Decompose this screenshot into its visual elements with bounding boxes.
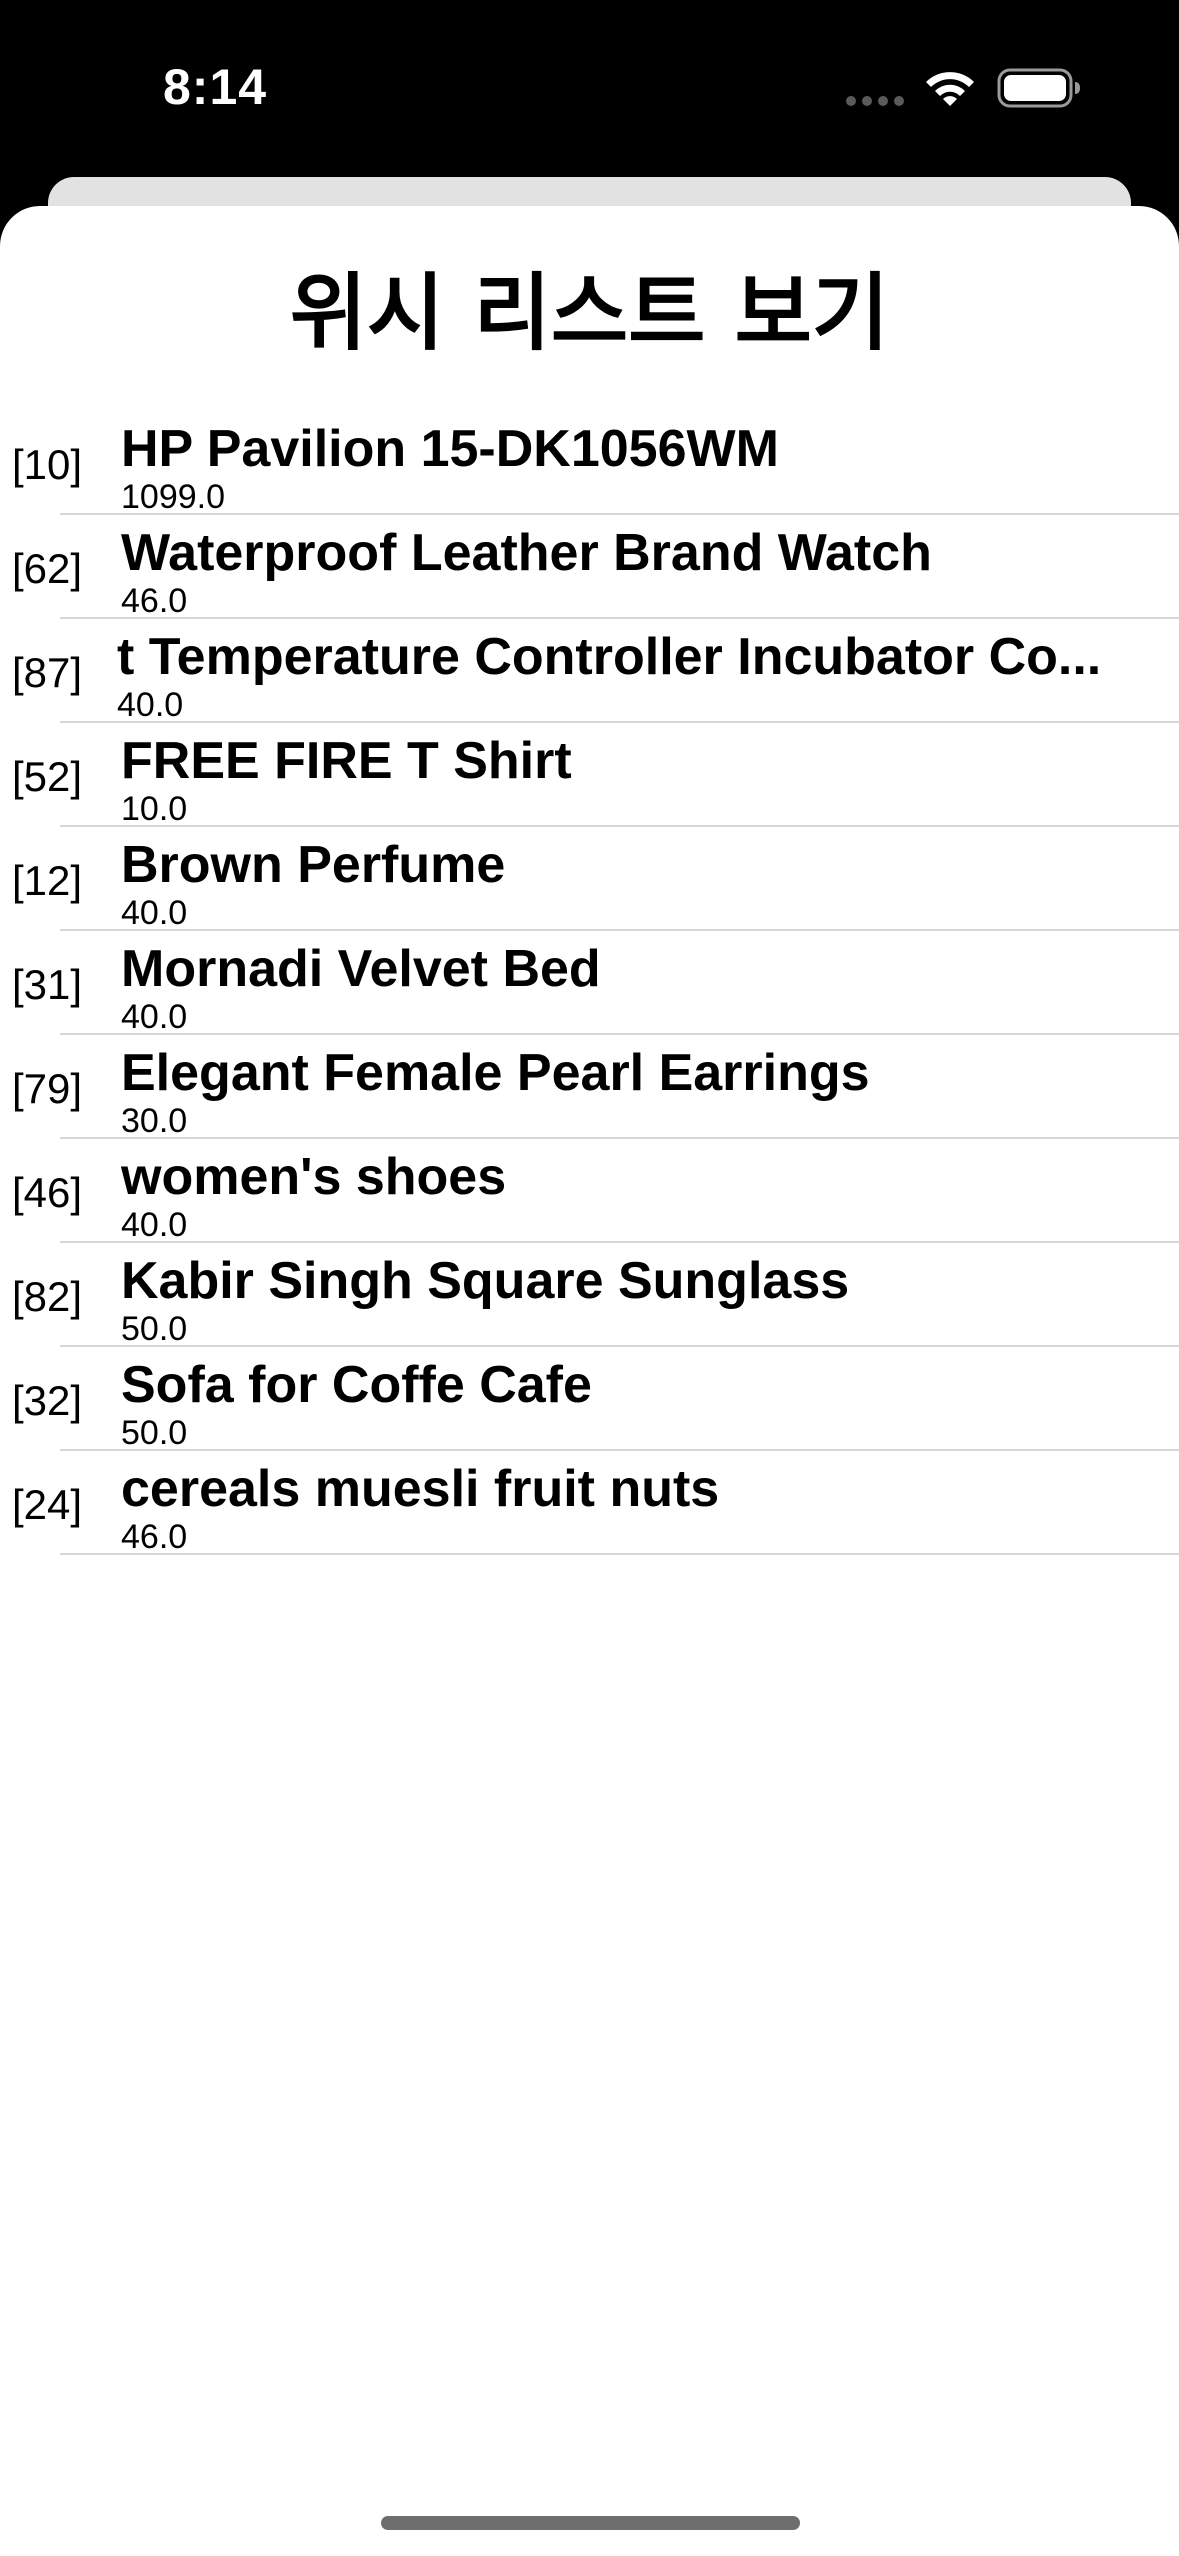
item-name: Brown Perfume (121, 836, 506, 894)
item-index: [10] (11, 441, 83, 488)
item-name: Elegant Female Pearl Earrings (121, 1044, 870, 1102)
list-item[interactable]: [46] women's shoes 40.0 (0, 1139, 1179, 1243)
item-name: HP Pavilion 15-DK1056WM (121, 420, 779, 478)
list-item[interactable]: [52] FREE FIRE T Shirt 10.0 (0, 723, 1179, 827)
item-index: [82] (11, 1273, 83, 1320)
list-item[interactable]: [24] cereals muesli fruit nuts 46.0 (0, 1451, 1179, 1555)
list-item[interactable]: [32] Sofa for Coffe Cafe 50.0 (0, 1347, 1179, 1451)
item-price: 46.0 (121, 1518, 188, 1556)
item-index: [32] (11, 1377, 83, 1424)
item-name: Sofa for Coffe Cafe (121, 1356, 592, 1414)
status-time: 8:14 (163, 59, 268, 115)
item-price: 40.0 (121, 998, 188, 1036)
list-item[interactable]: [12] Brown Perfume 40.0 (0, 827, 1179, 931)
item-price: 40.0 (117, 686, 184, 724)
row-divider (60, 1553, 1179, 1555)
item-price: 10.0 (121, 790, 188, 828)
battery-icon (997, 68, 1080, 108)
list-item[interactable]: [79] Elegant Female Pearl Earrings 30.0 (0, 1035, 1179, 1139)
home-indicator[interactable] (381, 2516, 800, 2530)
wishlist-sheet: 위시 리스트 보기 [10] HP Pavilion 15-DK1056WM 1… (0, 206, 1179, 2556)
item-price: 40.0 (121, 1206, 188, 1244)
item-name: Mornadi Velvet Bed (121, 940, 601, 998)
list-item[interactable]: [10] HP Pavilion 15-DK1056WM 1099.0 (0, 411, 1179, 515)
item-name: cereals muesli fruit nuts (121, 1460, 720, 1518)
list-item[interactable]: [82] Kabir Singh Square Sunglass 50.0 (0, 1243, 1179, 1347)
item-name: women's shoes (121, 1148, 507, 1206)
item-index: [62] (11, 545, 83, 592)
list-item[interactable]: [62] Waterproof Leather Brand Watch 46.0 (0, 515, 1179, 619)
item-name: Waterproof Leather Brand Watch (121, 524, 932, 582)
item-index: [24] (11, 1481, 83, 1528)
item-price: 30.0 (121, 1102, 188, 1140)
item-index: [46] (11, 1169, 83, 1216)
wifi-icon (926, 72, 974, 106)
item-price: 46.0 (121, 582, 188, 620)
item-index: [79] (11, 1065, 83, 1112)
signal-dots-icon (846, 96, 904, 106)
page-title: 위시 리스트 보기 (289, 264, 890, 362)
item-index: [31] (11, 961, 83, 1008)
list-item[interactable]: [87] t Temperature Controller Incubator … (0, 619, 1179, 723)
list-item[interactable]: [31] Mornadi Velvet Bed 40.0 (0, 931, 1179, 1035)
item-index: [12] (11, 857, 83, 904)
item-price: 1099.0 (121, 478, 225, 516)
item-index: [87] (11, 649, 83, 696)
status-bar: 8:14 (0, 0, 1179, 175)
item-index: [52] (11, 753, 83, 800)
item-name: t Temperature Controller Incubator Co... (117, 628, 1102, 686)
item-name: FREE FIRE T Shirt (121, 732, 572, 790)
item-name: Kabir Singh Square Sunglass (121, 1252, 850, 1310)
wishlist-list: [10] HP Pavilion 15-DK1056WM 1099.0 [62]… (0, 411, 1179, 1555)
item-price: 50.0 (121, 1414, 188, 1452)
item-price: 50.0 (121, 1310, 188, 1348)
item-price: 40.0 (121, 894, 188, 932)
